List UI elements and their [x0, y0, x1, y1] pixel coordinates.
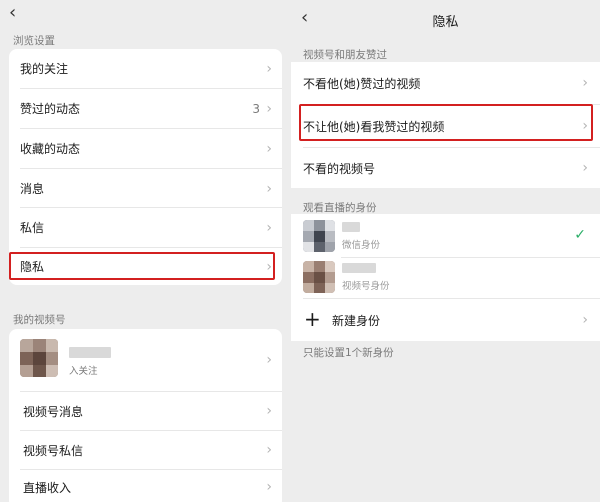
- menu-item-label: 赞过的动态: [20, 102, 81, 116]
- channel-identity-label: 视频号身份: [342, 281, 390, 292]
- chevron-right-icon: ›: [266, 140, 272, 157]
- menu-item-saved-posts[interactable]: 收藏的动态 ›: [9, 129, 282, 168]
- chevron-right-icon: ›: [582, 312, 588, 328]
- identity-wechat-row[interactable]: 微信身份 ✓: [291, 214, 600, 257]
- menu-item-my-follows[interactable]: 我的关注 ›: [9, 49, 282, 88]
- chevron-right-icon: ›: [266, 403, 272, 419]
- chevron-right-icon: ›: [266, 180, 272, 197]
- menu-item-label: 直播收入: [23, 480, 72, 495]
- chevron-right-icon: ›: [266, 219, 272, 236]
- page-title: 隐私: [432, 15, 459, 30]
- chevron-right-icon: ›: [266, 352, 272, 368]
- checkmark-icon: ✓: [574, 227, 586, 243]
- wechat-identity-name-redacted: [342, 222, 360, 232]
- menu-item-label: 我的关注: [20, 62, 69, 76]
- channel-name-redacted: [69, 347, 111, 358]
- menu-item-hide-their-likes[interactable]: 不看他(她)赞过的视频 ›: [291, 62, 600, 104]
- menu-item-live-income[interactable]: 直播收入 ›: [9, 470, 282, 502]
- wechat-identity-avatar: [303, 220, 335, 252]
- menu-item-channel-messages[interactable]: 视频号消息 ›: [9, 392, 282, 430]
- left-panel: ‹ 浏览设置 我的关注 › 赞过的动态 3 › 收藏的动态 › 消息 › 私信 …: [0, 0, 289, 502]
- chevron-right-icon: ›: [582, 160, 588, 176]
- chevron-right-icon: ›: [266, 100, 272, 117]
- channel-profile-row[interactable]: 入关注 ›: [9, 329, 282, 391]
- new-identity-row[interactable]: + 新建身份 ›: [291, 299, 600, 341]
- menu-item-liked-posts[interactable]: 赞过的动态 3 ›: [9, 89, 282, 128]
- menu-item-label: 不看他(她)赞过的视频: [303, 76, 421, 91]
- menu-item-label: 隐私: [20, 260, 45, 274]
- new-identity-label: 新建身份: [332, 313, 381, 328]
- menu-item-privacy[interactable]: 隐私 ›: [9, 248, 282, 285]
- chevron-right-icon: ›: [266, 479, 272, 495]
- wechat-identity-label: 微信身份: [342, 240, 381, 251]
- right-panel: ‹ 隐私 视频号和朋友赞过 不看他(她)赞过的视频 › 不让他(她)看我赞过的视…: [291, 0, 600, 502]
- browse-settings-header: 浏览设置: [13, 35, 55, 47]
- chevron-right-icon: ›: [266, 60, 272, 77]
- chevron-right-icon: ›: [266, 442, 272, 458]
- back-chevron-left-icon[interactable]: ‹: [9, 4, 16, 22]
- live-identity-header: 观看直播的身份: [303, 202, 377, 214]
- menu-item-channel-dm[interactable]: 视频号私信 ›: [9, 431, 282, 469]
- menu-item-hidden-channels[interactable]: 不看的视频号 ›: [291, 148, 600, 188]
- menu-item-label: 视频号消息: [23, 404, 84, 419]
- plus-icon: +: [304, 307, 321, 331]
- identity-footnote: 只能设置1个新身份: [303, 347, 394, 359]
- channel-follow-count: 入关注: [69, 366, 98, 377]
- identity-card: 微信身份 ✓ 视频号身份 + 新建身份 ›: [291, 214, 600, 341]
- menu-item-label: 视频号私信: [23, 443, 84, 458]
- menu-item-private-messages[interactable]: 私信 ›: [9, 208, 282, 247]
- liked-count: 3: [252, 101, 260, 116]
- menu-item-label: 私信: [20, 221, 45, 235]
- menu-item-messages[interactable]: 消息 ›: [9, 169, 282, 208]
- chevron-right-icon: ›: [582, 118, 588, 134]
- identity-channel-row[interactable]: 视频号身份: [291, 258, 600, 298]
- likes-section-header: 视频号和朋友赞过: [303, 49, 387, 61]
- menu-item-label: 不看的视频号: [303, 161, 376, 176]
- channel-identity-avatar: [303, 261, 335, 293]
- menu-item-label: 收藏的动态: [20, 142, 81, 156]
- chevron-right-icon: ›: [582, 75, 588, 91]
- menu-item-hide-my-likes[interactable]: 不让他(她)看我赞过的视频 ›: [291, 105, 600, 147]
- browse-settings-card: 我的关注 › 赞过的动态 3 › 收藏的动态 › 消息 › 私信 › 隐私 ›: [9, 49, 282, 285]
- menu-item-label: 消息: [20, 182, 45, 196]
- channel-avatar: [20, 339, 58, 377]
- channel-identity-name-redacted: [342, 263, 376, 273]
- my-channel-header: 我的视频号: [13, 314, 66, 326]
- menu-item-label: 不让他(她)看我赞过的视频: [303, 119, 445, 134]
- likes-card: 不看他(她)赞过的视频 › 不让他(她)看我赞过的视频 › 不看的视频号 ›: [291, 62, 600, 188]
- chevron-right-icon: ›: [266, 258, 272, 275]
- my-channel-card: 入关注 › 视频号消息 › 视频号私信 › 直播收入 ›: [9, 329, 282, 502]
